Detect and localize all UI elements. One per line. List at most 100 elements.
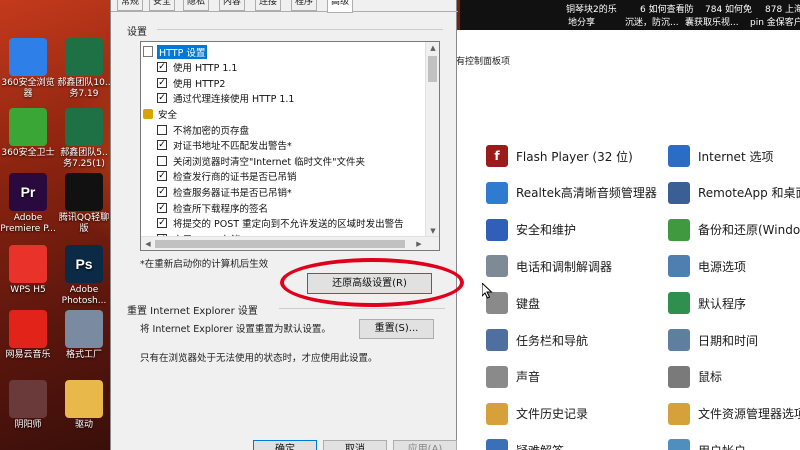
checkbox-checked[interactable]: ✓	[157, 171, 167, 182]
reset-button[interactable]: 重置(S)...	[359, 319, 434, 339]
control-panel-item[interactable]: 键盘	[486, 291, 540, 315]
format-factory-icon	[65, 310, 103, 348]
phone-modem-icon	[486, 255, 508, 278]
checkbox[interactable]	[157, 124, 167, 135]
tab-5[interactable]: 连接	[255, 0, 282, 11]
hscroll-thumb[interactable]	[155, 240, 405, 248]
list-item[interactable]: 不将加密的页存盘	[157, 122, 249, 137]
control-panel-item[interactable]: 文件历史记录	[486, 402, 588, 426]
control-panel-item[interactable]: 备份和还原(Windo	[668, 218, 800, 242]
desktop-shortcut[interactable]: Ps Adobe Photosh...	[56, 245, 112, 307]
desktop-shortcut[interactable]: 格式工厂	[56, 310, 112, 361]
scroll-left-icon[interactable]: ◀	[142, 238, 154, 250]
excel-icon	[65, 38, 103, 76]
tab-3[interactable]: 隐私	[183, 0, 210, 11]
control-panel-window: 有控制面板项 f Flash Player (32 位) Realtek高清晰音频管…	[456, 30, 800, 450]
ok-button[interactable]: 确定	[253, 440, 317, 450]
backup-icon	[668, 218, 690, 241]
wps-h5-icon	[9, 245, 47, 283]
taskbar-item[interactable]: 地分享	[568, 15, 595, 28]
control-panel-item[interactable]: 默认程序	[668, 291, 746, 315]
desktop-shortcut[interactable]: 腾讯QQ轻聊版	[56, 173, 112, 235]
list-item[interactable]: ✓ 通过代理连接使用 HTTP 1.1	[157, 91, 294, 106]
control-panel-item[interactable]: 电话和调制解调器	[486, 254, 612, 278]
control-panel-item[interactable]: 日期和时间	[668, 328, 758, 352]
control-panel-item[interactable]: Realtek高清晰音频管理器	[486, 181, 657, 205]
cancel-button[interactable]: 取消	[323, 440, 387, 450]
checkbox-checked[interactable]: ✓	[157, 62, 167, 73]
control-panel-item[interactable]: RemoteApp 和桌面	[668, 181, 800, 205]
taskbar-item[interactable]: 铜琴块2的乐	[566, 2, 617, 15]
desktop-shortcut[interactable]: 360安全浏览器	[0, 38, 56, 100]
control-panel-item[interactable]: f Flash Player (32 位)	[486, 144, 633, 168]
checkbox-checked[interactable]: ✓	[157, 77, 167, 88]
desktop-shortcut[interactable]: 郝鑫团队5.. 务7.25(1)	[56, 108, 112, 170]
checkbox-checked[interactable]: ✓	[157, 186, 167, 197]
apply-button[interactable]: 应用(A)	[393, 440, 457, 450]
desktop-shortcut[interactable]: 郝鑫团队10.. 务7.19	[56, 38, 112, 100]
restore-advanced-settings-button[interactable]: 还原高级设置(R)	[307, 273, 432, 294]
list-item[interactable]: 安全	[143, 106, 177, 121]
tab-6[interactable]: 程序	[291, 0, 318, 11]
scroll-up-icon[interactable]: ▲	[427, 42, 439, 54]
control-panel-item[interactable]: 用户帐户	[668, 438, 746, 450]
list-item[interactable]: ✓ 使用 HTTP2	[157, 75, 225, 90]
tab-4[interactable]: 内容	[219, 0, 246, 11]
taskbar-item[interactable]: pin 金保客户调...	[750, 15, 800, 28]
checkbox-checked[interactable]: ✓	[157, 202, 167, 213]
control-panel-item[interactable]: 疑难解答	[486, 438, 564, 450]
control-panel-item[interactable]: 鼠标	[668, 365, 722, 389]
flash-player-icon: f	[486, 145, 508, 167]
control-panel-item[interactable]: 电源选项	[668, 254, 746, 278]
list-item-label: 将提交的 POST 重定向到不允许发送的区域时发出警告	[173, 219, 404, 231]
desktop-shortcut[interactable]: 网易云音乐	[0, 310, 56, 361]
settings-label: 设置	[127, 27, 147, 38]
control-panel-item[interactable]: 安全和维护	[486, 218, 576, 242]
horizontal-scrollbar[interactable]: ◀ ▶	[141, 236, 439, 250]
taskbar-item[interactable]: 6 如何查看防	[640, 2, 694, 15]
taskbar-item[interactable]: 沉迷，防沉...	[625, 15, 679, 28]
desktop: 360安全浏览器 郝鑫团队10.. 务7.19 360安全卫士 郝鑫团队5.. 务7.…	[0, 0, 112, 450]
taskbar-item[interactable]: 囊获取乐视...	[685, 15, 739, 28]
list-item[interactable]: ✓ 对证书地址不匹配发出警告*	[157, 138, 292, 153]
advanced-settings-list[interactable]: HTTP 设置 ✓ 使用 HTTP 1.1 ✓ 使用 HTTP2 ✓ 通过代理连接使用 HT…	[140, 41, 440, 251]
checkbox-checked[interactable]: ✓	[157, 93, 167, 104]
control-panel-item[interactable]: 文件资源管理器选项	[668, 402, 800, 426]
tab-1[interactable]: 常规	[117, 0, 144, 11]
list-item[interactable]: ✓ 检查发行商的证书是否已吊销	[157, 169, 297, 184]
checkbox[interactable]	[157, 155, 167, 166]
scroll-thumb[interactable]	[428, 56, 437, 82]
tab-7[interactable]: 高级	[327, 0, 354, 13]
desktop-shortcut[interactable]: 驱动	[56, 380, 112, 431]
list-item[interactable]: 关闭浏览器时清空"Internet 临时文件"文件夹	[157, 153, 365, 168]
remoteapp-icon	[668, 181, 690, 204]
scroll-right-icon[interactable]: ▶	[413, 238, 425, 250]
list-item-label: 通过代理连接使用 HTTP 1.1	[173, 94, 295, 106]
vertical-scrollbar[interactable]: ▲ ▼	[425, 42, 439, 237]
netease-music-icon	[9, 310, 47, 348]
control-panel-item[interactable]: 任务栏和导航	[486, 328, 588, 352]
desktop-shortcut-label: 腾讯QQ轻聊版	[58, 213, 110, 234]
desktop-shortcut[interactable]: WPS H5	[0, 245, 56, 296]
list-item[interactable]: ✓ 检查服务器证书是否已吊销*	[157, 184, 292, 199]
list-item-label: 检查发行商的证书是否已吊销	[173, 172, 297, 184]
360-browser-icon	[9, 38, 47, 76]
desktop-shortcut[interactable]: Pr Adobe Premiere P...	[0, 173, 56, 235]
list-item[interactable]: ✓ 使用 HTTP 1.1	[157, 60, 237, 75]
desktop-shortcut[interactable]: 阴阳师	[0, 380, 56, 431]
checkbox-checked[interactable]: ✓	[157, 218, 167, 229]
list-item[interactable]: HTTP 设置	[143, 44, 208, 59]
list-item-label: 使用 HTTP 1.1	[173, 63, 238, 75]
control-panel-item[interactable]: Internet 选项	[668, 144, 773, 168]
list-item[interactable]: ✓ 将提交的 POST 重定向到不允许发送的区域时发出警告	[157, 216, 404, 231]
user-accounts-icon	[668, 439, 690, 450]
taskbar-item[interactable]: 878 上海公	[765, 2, 800, 15]
list-item[interactable]: ✓ 检查所下载程序的签名	[157, 200, 268, 215]
list-item-label: 对证书地址不匹配发出警告*	[173, 141, 292, 153]
checkbox-checked[interactable]: ✓	[157, 140, 167, 151]
taskbar-item[interactable]: 784 如何免	[705, 2, 752, 15]
desktop-shortcut[interactable]: 360安全卫士	[0, 108, 56, 159]
tab-2[interactable]: 安全	[149, 0, 176, 11]
breadcrumb[interactable]: 有控制面板项	[456, 54, 510, 67]
control-panel-item[interactable]: 声音	[486, 365, 540, 389]
